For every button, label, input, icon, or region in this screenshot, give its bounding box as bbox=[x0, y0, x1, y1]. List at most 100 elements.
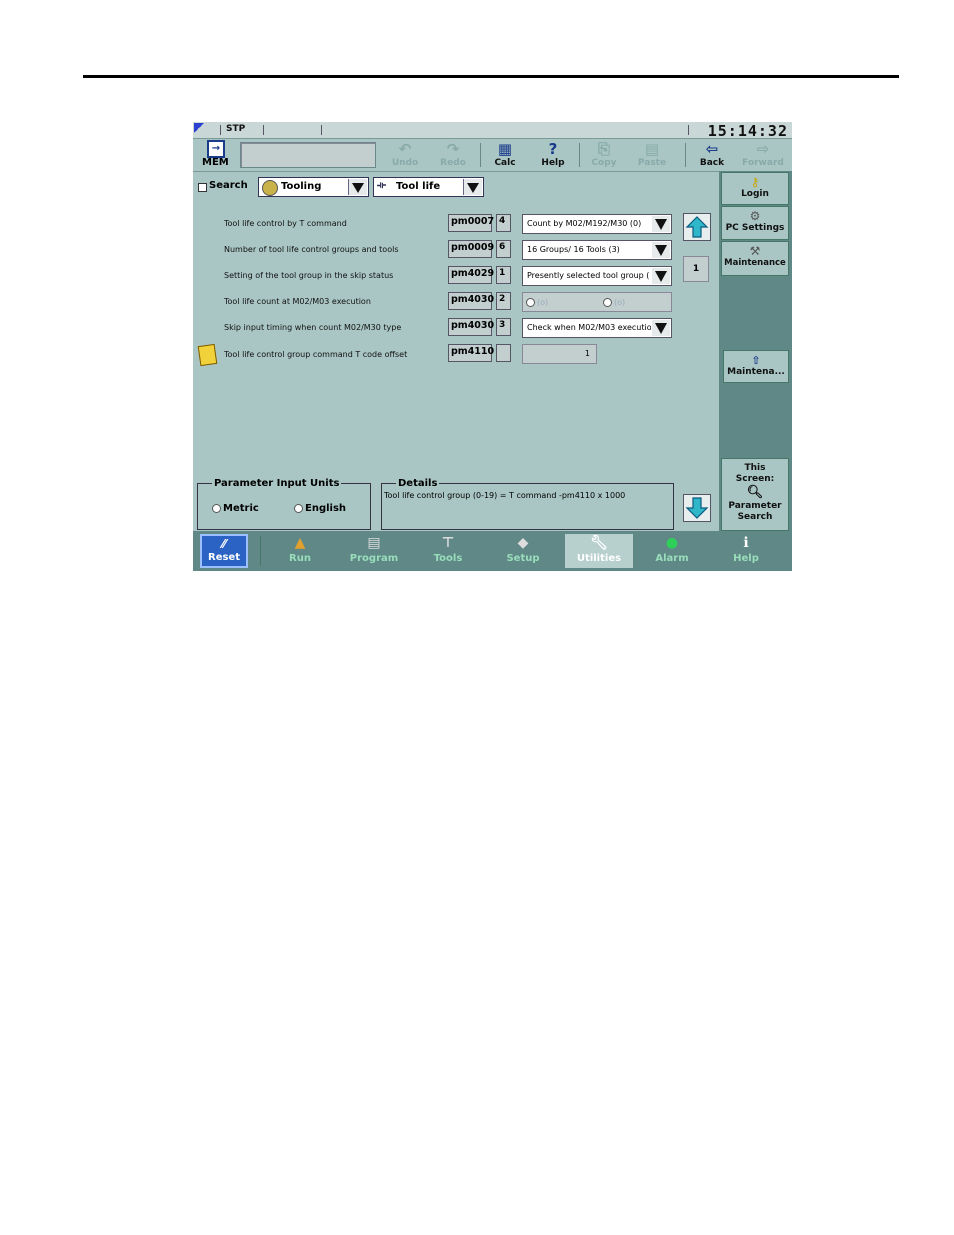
info-icon: ℹ bbox=[743, 535, 749, 551]
units-legend: Parameter Input Units bbox=[214, 478, 340, 489]
metric-label: Metric bbox=[223, 503, 259, 514]
param-value: 2 bbox=[496, 292, 511, 310]
param-setting-select[interactable]: Check when M02/M03 executio bbox=[522, 318, 672, 338]
status-divider bbox=[263, 125, 264, 135]
tooling-icon bbox=[262, 180, 278, 196]
radio-selected bbox=[212, 503, 221, 513]
back-button[interactable]: ⇦ Back bbox=[690, 140, 734, 170]
param-number-input[interactable]: 1 bbox=[522, 344, 597, 364]
undo-icon: ↶ bbox=[398, 140, 412, 158]
nav-setup[interactable]: ◆ Setup bbox=[492, 534, 554, 568]
param-setting-select[interactable]: 16 Groups/ 16 Tools (3) bbox=[522, 240, 672, 260]
maintenance-button[interactable]: ⚒ Maintenance bbox=[721, 241, 789, 276]
undo-button[interactable]: ↶ Undo bbox=[383, 140, 427, 170]
chevron-down-icon[interactable] bbox=[463, 179, 482, 195]
english-label: English bbox=[305, 503, 347, 514]
parameter-search-button[interactable]: This Screen: 🔍︎ Parameter Search bbox=[721, 458, 789, 531]
help-label: Help bbox=[541, 158, 565, 168]
status-bar: STP 15:14:32 bbox=[193, 122, 792, 140]
forward-arrow-icon: ⇨ bbox=[756, 140, 770, 158]
param-id: pm4030 bbox=[448, 318, 494, 336]
redo-button[interactable]: ↷ Redo bbox=[431, 140, 475, 170]
mem-icon[interactable]: → bbox=[207, 140, 225, 158]
login-label: Login bbox=[741, 189, 769, 199]
nav-run[interactable]: ▲ Run bbox=[269, 534, 331, 568]
screen-label: Screen: bbox=[735, 474, 775, 484]
forward-label: Forward bbox=[742, 158, 784, 168]
chevron-down-icon[interactable] bbox=[652, 268, 670, 284]
nav-help[interactable]: ℹ Help bbox=[715, 534, 777, 568]
maintena-label: Maintena... bbox=[727, 367, 785, 377]
maintena-button[interactable]: ⇧ Maintena... bbox=[723, 350, 789, 383]
pc-settings-label: PC Settings bbox=[725, 223, 785, 233]
param-label: Setting of the tool group in the skip st… bbox=[224, 271, 394, 280]
param-setting-select[interactable]: Presently selected tool group ( bbox=[522, 266, 672, 286]
reset-label: Reset bbox=[208, 552, 240, 563]
details-text: Tool life control group (0-19) = T comma… bbox=[384, 491, 626, 500]
reset-button[interactable]: ⁄⁄ Reset bbox=[200, 534, 248, 568]
subcategory-value: Tool life bbox=[396, 181, 441, 192]
nav-setup-label: Setup bbox=[506, 553, 540, 564]
tool-holder-icon: ⊤ bbox=[441, 535, 455, 551]
chevron-down-icon[interactable] bbox=[652, 242, 670, 258]
english-radio[interactable]: English bbox=[294, 503, 346, 514]
radio-option-1[interactable]: (o) bbox=[526, 298, 548, 307]
help-button[interactable]: ? Help bbox=[531, 140, 575, 170]
search-label: Search bbox=[209, 180, 248, 191]
parameter-input-units-group: Parameter Input Units Metric English bbox=[197, 478, 371, 530]
metric-radio[interactable]: Metric bbox=[212, 503, 259, 514]
nav-utilities-label: Utilities bbox=[576, 553, 622, 564]
scroll-up-button[interactable] bbox=[683, 213, 711, 241]
param-value: 6 bbox=[496, 240, 511, 258]
category-value: Tooling bbox=[281, 181, 322, 192]
param-setting-select[interactable]: Count by M02/M192/M30 (0) bbox=[522, 214, 672, 234]
setup-icon: ◆ bbox=[517, 535, 529, 551]
calc-button[interactable]: ▦ Calc bbox=[483, 140, 527, 170]
category-dropdown[interactable]: Tooling bbox=[258, 177, 369, 197]
radio-option-2[interactable]: (o) bbox=[603, 298, 625, 307]
nav-help-label: Help bbox=[733, 553, 759, 564]
calculator-icon: ▦ bbox=[497, 140, 513, 158]
radio-label: (o) bbox=[537, 298, 549, 307]
param-setting-value: Count by M02/M192/M30 (0) bbox=[527, 219, 642, 228]
paste-button[interactable]: ▤ Paste bbox=[630, 140, 674, 170]
nav-utilities[interactable]: 🔧︎ Utilities bbox=[565, 534, 633, 568]
param-value: 4 bbox=[496, 214, 511, 232]
copy-icon: ⎘ bbox=[597, 140, 610, 158]
page-indicator: 1 bbox=[683, 256, 709, 282]
wrench-icon: 🔧︎ bbox=[590, 535, 608, 551]
copy-button[interactable]: ⎘ Copy bbox=[582, 140, 626, 170]
this-label: This bbox=[744, 463, 766, 473]
chevron-down-icon[interactable] bbox=[652, 320, 670, 336]
key-icon: ⚷ bbox=[750, 175, 760, 189]
cnc-screen: STP 15:14:32 → MEM ↶ Undo ↷ Redo ▦ Calc … bbox=[193, 122, 792, 571]
param-value: 3 bbox=[496, 318, 511, 336]
chevron-down-icon[interactable] bbox=[348, 179, 367, 195]
chevron-down-icon[interactable] bbox=[652, 216, 670, 232]
nav-alarm[interactable]: ● Alarm bbox=[641, 534, 703, 568]
login-button[interactable]: ⚷ Login bbox=[721, 172, 789, 205]
parameter-label: Parameter bbox=[728, 501, 782, 511]
pc-settings-button[interactable]: ⚙ PC Settings bbox=[721, 206, 789, 240]
toolbar-divider bbox=[579, 143, 580, 167]
forward-button[interactable]: ⇨ Forward bbox=[741, 140, 785, 170]
subcategory-dropdown[interactable]: ⟛ Tool life bbox=[373, 177, 484, 197]
clock: 15:14:32 bbox=[707, 122, 788, 140]
redo-icon: ↷ bbox=[446, 140, 460, 158]
paste-icon: ▤ bbox=[644, 140, 660, 158]
nav-tools[interactable]: ⊤ Tools bbox=[417, 534, 479, 568]
status-divider bbox=[688, 125, 689, 135]
search-checkbox[interactable] bbox=[198, 183, 207, 192]
page-top-rule bbox=[83, 75, 899, 78]
toolbar: → MEM ↶ Undo ↷ Redo ▦ Calc ? Help ⎘ Copy… bbox=[193, 139, 792, 172]
param-setting-value: 16 Groups/ 16 Tools (3) bbox=[527, 245, 620, 254]
back-arrow-icon: ⇦ bbox=[705, 140, 719, 158]
reset-icon: ⁄⁄ bbox=[221, 537, 226, 551]
param-label: Tool life control group command T code o… bbox=[224, 350, 408, 359]
status-corner-icon bbox=[194, 123, 204, 133]
mem-field bbox=[240, 142, 376, 168]
radio-label: (o) bbox=[614, 298, 626, 307]
nav-program[interactable]: ▤ Program bbox=[343, 534, 405, 568]
scroll-down-button[interactable] bbox=[683, 494, 711, 522]
param-value bbox=[496, 344, 511, 362]
